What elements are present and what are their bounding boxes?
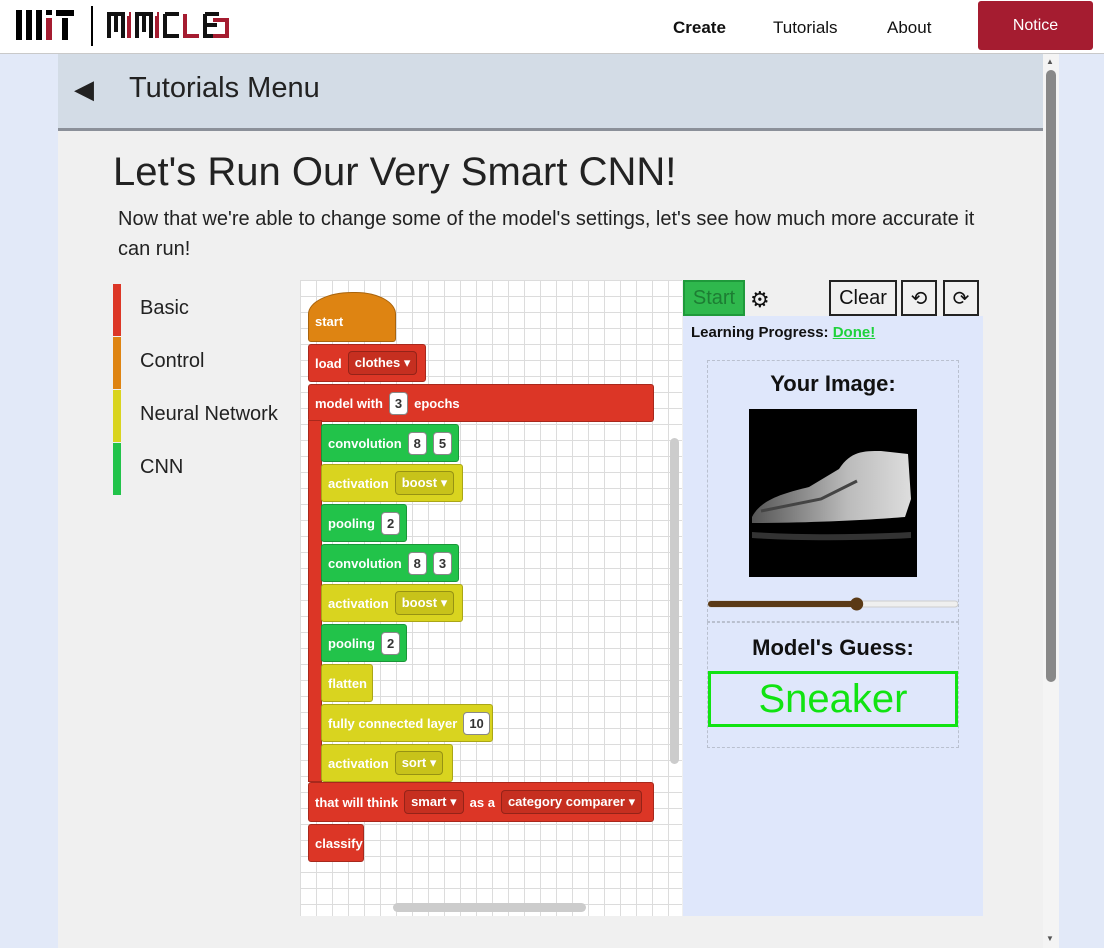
scrollbar-thumb[interactable] xyxy=(1046,70,1056,682)
block-label: activation xyxy=(328,595,389,611)
pool-size-field[interactable]: 2 xyxy=(380,631,401,655)
page-title: Let's Run Our Very Smart CNN! xyxy=(113,150,677,194)
redo-button[interactable]: ⟳ xyxy=(943,280,979,316)
pooling-block[interactable]: pooling 2 xyxy=(321,504,407,542)
activation-dropdown[interactable]: sort ▾ xyxy=(394,751,444,775)
your-image-title: Your Image: xyxy=(770,371,896,396)
block-label: epochs xyxy=(414,395,460,411)
load-block[interactable]: load clothes ▾ xyxy=(308,344,426,382)
slider-thumb[interactable] xyxy=(850,597,864,611)
category-control[interactable]: Control xyxy=(113,337,293,389)
category-neural-network[interactable]: Neural Network xyxy=(113,390,293,442)
logo-divider xyxy=(91,6,93,46)
flatten-block[interactable]: flatten xyxy=(321,664,373,702)
block-label: pooling xyxy=(328,635,375,651)
fully-connected-block[interactable]: fully connected layer 10 xyxy=(321,704,493,742)
category-label: Neural Network xyxy=(140,403,278,425)
scroll-down-icon[interactable]: ▼ xyxy=(1046,934,1054,943)
nav-tutorials-link[interactable]: Tutorials xyxy=(773,18,838,38)
block-label: activation xyxy=(328,755,389,771)
block-workspace[interactable]: start load clothes ▾ model with 3 epochs… xyxy=(300,280,682,916)
convolution-block[interactable]: convolution 8 3 xyxy=(321,544,459,582)
filters-field[interactable]: 8 xyxy=(407,431,427,455)
tutorial-panel: ◀ Tutorials Menu Let's Run Our Very Smar… xyxy=(58,54,1045,948)
nav-create-link[interactable]: Create xyxy=(673,18,726,38)
page-description: Now that we're able to change some of th… xyxy=(118,208,975,260)
think-block[interactable]: that will think smart ▾ as a category co… xyxy=(308,782,654,822)
classify-block[interactable]: classify xyxy=(308,824,364,862)
slider-graphic xyxy=(707,597,959,611)
block-label: model with xyxy=(315,395,383,411)
model-guess-title: Model's Guess: xyxy=(752,635,914,660)
convolution-block[interactable]: convolution 8 5 xyxy=(321,424,459,462)
learning-progress: Learning Progress: Done! xyxy=(691,324,875,341)
workspace-horizontal-scrollbar[interactable] xyxy=(393,903,586,912)
block-label: pooling xyxy=(328,515,375,531)
category-color-bar xyxy=(113,284,121,336)
notice-button[interactable]: Notice xyxy=(978,1,1093,50)
results-panel: Learning Progress: Done! Your Image: Mod… xyxy=(683,316,983,916)
category-label: CNN xyxy=(140,456,184,478)
pooling-block[interactable]: pooling 2 xyxy=(321,624,407,662)
block-label: fully connected layer xyxy=(328,715,458,731)
progress-status-link[interactable]: Done! xyxy=(833,324,876,341)
progress-label: Learning Progress: xyxy=(691,324,829,341)
sneaker-image xyxy=(749,409,917,577)
filters-field[interactable]: 8 xyxy=(407,551,427,575)
block-label: start xyxy=(315,314,344,329)
block-label: as a xyxy=(469,794,495,810)
block-label: convolution xyxy=(328,435,402,451)
epochs-field[interactable]: 3 xyxy=(388,391,409,415)
category-label: Control xyxy=(140,350,205,372)
image-slider[interactable] xyxy=(707,597,959,611)
kernel-field[interactable]: 3 xyxy=(432,551,453,575)
block-label: load xyxy=(315,355,342,371)
block-label: convolution xyxy=(328,555,402,571)
pool-size-field[interactable]: 2 xyxy=(380,511,401,535)
dataset-dropdown[interactable]: clothes ▾ xyxy=(347,351,418,375)
block-label: flatten xyxy=(328,675,367,691)
units-field[interactable]: 10 xyxy=(463,711,490,735)
model-guess-value: Sneaker xyxy=(708,671,958,727)
category-label: Basic xyxy=(140,297,189,319)
activation-block[interactable]: activation sort ▾ xyxy=(321,744,453,782)
block-label: that will think xyxy=(315,794,399,810)
start-block[interactable]: start xyxy=(308,292,396,342)
model-type-dropdown[interactable]: category comparer ▾ xyxy=(500,790,643,814)
category-cnn[interactable]: CNN xyxy=(113,443,293,495)
category-color-bar xyxy=(113,443,121,495)
model-block-arm xyxy=(308,420,322,782)
model-guess-section: Model's Guess: Sneaker xyxy=(707,622,959,748)
activation-dropdown[interactable]: boost ▾ xyxy=(394,591,455,615)
category-color-bar xyxy=(113,390,121,442)
category-color-bar xyxy=(113,337,121,389)
think-mode-dropdown[interactable]: smart ▾ xyxy=(404,790,464,814)
mit-logo[interactable] xyxy=(16,10,76,40)
kernel-field[interactable]: 5 xyxy=(432,431,453,455)
page-vertical-scrollbar[interactable]: ▲ ▼ xyxy=(1043,54,1059,948)
category-basic[interactable]: Basic xyxy=(113,284,293,336)
mimic-logo[interactable] xyxy=(107,12,229,38)
slider-fill xyxy=(708,601,857,607)
activation-block[interactable]: activation boost ▾ xyxy=(321,464,463,502)
tutorials-menu-title[interactable]: Tutorials Menu xyxy=(129,72,320,105)
undo-button[interactable]: ⟲ xyxy=(901,280,937,316)
model-block[interactable]: model with 3 epochs xyxy=(308,384,654,422)
block-label: activation xyxy=(328,475,389,491)
gear-icon[interactable]: ⚙ xyxy=(750,289,770,311)
tutorials-menu-header: ◀ Tutorials Menu xyxy=(58,54,1043,131)
start-button[interactable]: Start xyxy=(683,280,745,316)
block-label: classify xyxy=(315,835,363,851)
nav-about-link[interactable]: About xyxy=(887,18,931,38)
workspace-vertical-scrollbar[interactable] xyxy=(670,438,679,764)
clear-button[interactable]: Clear xyxy=(829,280,897,316)
your-image-section: Your Image: xyxy=(707,360,959,622)
activation-dropdown[interactable]: boost ▾ xyxy=(394,471,455,495)
back-arrow-icon[interactable]: ◀ xyxy=(74,74,94,105)
scroll-up-icon[interactable]: ▲ xyxy=(1046,57,1054,66)
top-navigation-bar: Create Tutorials About Notice xyxy=(0,0,1104,54)
activation-block[interactable]: activation boost ▾ xyxy=(321,584,463,622)
